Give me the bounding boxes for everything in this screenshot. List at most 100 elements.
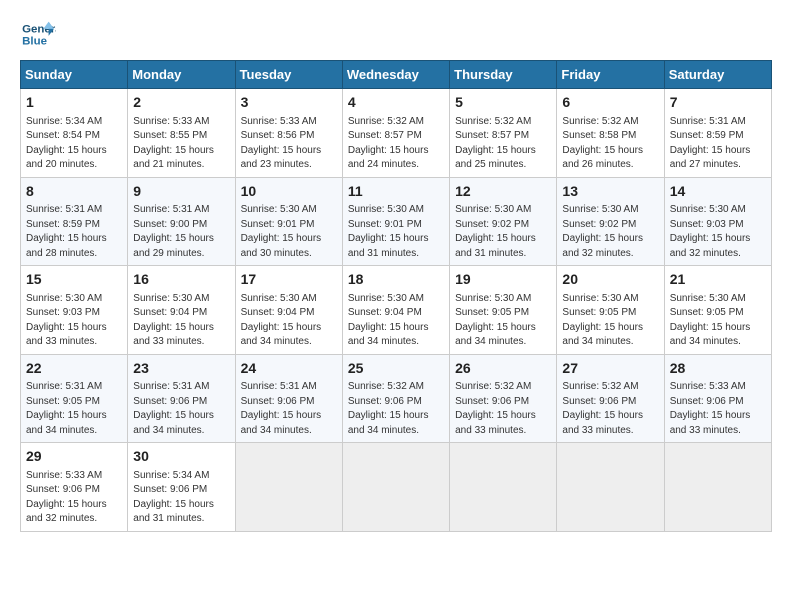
day-number: 15	[26, 270, 122, 290]
day-number: 24	[241, 359, 337, 379]
day-info: Sunrise: 5:30 AMSunset: 9:05 PMDaylight:…	[455, 292, 551, 350]
day-number: 26	[455, 359, 551, 379]
calendar-cell: 22Sunrise: 5:31 AMSunset: 9:05 PMDayligh…	[21, 354, 128, 443]
day-info: Sunrise: 5:30 AMSunset: 9:03 PMDaylight:…	[26, 292, 122, 350]
calendar-cell: 3Sunrise: 5:33 AMSunset: 8:56 PMDaylight…	[235, 89, 342, 178]
day-info: Sunrise: 5:31 AMSunset: 9:05 PMDaylight:…	[26, 380, 122, 438]
calendar-header-cell: Tuesday	[235, 61, 342, 89]
day-number: 22	[26, 359, 122, 379]
day-number: 20	[562, 270, 658, 290]
day-number: 23	[133, 359, 229, 379]
day-info: Sunrise: 5:30 AMSunset: 9:05 PMDaylight:…	[562, 292, 658, 350]
calendar-cell: 10Sunrise: 5:30 AMSunset: 9:01 PMDayligh…	[235, 177, 342, 266]
logo-icon: General Blue	[20, 20, 56, 50]
calendar-cell: 13Sunrise: 5:30 AMSunset: 9:02 PMDayligh…	[557, 177, 664, 266]
day-number: 18	[348, 270, 444, 290]
day-number: 9	[133, 182, 229, 202]
calendar-header-row: SundayMondayTuesdayWednesdayThursdayFrid…	[21, 61, 772, 89]
day-number: 11	[348, 182, 444, 202]
calendar-cell: 14Sunrise: 5:30 AMSunset: 9:03 PMDayligh…	[664, 177, 771, 266]
day-info: Sunrise: 5:32 AMSunset: 9:06 PMDaylight:…	[562, 380, 658, 438]
calendar-week-row: 29Sunrise: 5:33 AMSunset: 9:06 PMDayligh…	[21, 443, 772, 532]
calendar-cell: 25Sunrise: 5:32 AMSunset: 9:06 PMDayligh…	[342, 354, 449, 443]
svg-text:Blue: Blue	[22, 36, 47, 48]
day-info: Sunrise: 5:30 AMSunset: 9:02 PMDaylight:…	[455, 203, 551, 261]
day-number: 17	[241, 270, 337, 290]
calendar-header-cell: Thursday	[450, 61, 557, 89]
calendar-cell: 11Sunrise: 5:30 AMSunset: 9:01 PMDayligh…	[342, 177, 449, 266]
calendar-header-cell: Friday	[557, 61, 664, 89]
calendar-header-cell: Saturday	[664, 61, 771, 89]
calendar-cell: 12Sunrise: 5:30 AMSunset: 9:02 PMDayligh…	[450, 177, 557, 266]
calendar-cell: 9Sunrise: 5:31 AMSunset: 9:00 PMDaylight…	[128, 177, 235, 266]
day-number: 7	[670, 93, 766, 113]
day-number: 1	[26, 93, 122, 113]
day-info: Sunrise: 5:30 AMSunset: 9:04 PMDaylight:…	[133, 292, 229, 350]
calendar-week-row: 22Sunrise: 5:31 AMSunset: 9:05 PMDayligh…	[21, 354, 772, 443]
day-number: 6	[562, 93, 658, 113]
calendar-cell: 20Sunrise: 5:30 AMSunset: 9:05 PMDayligh…	[557, 266, 664, 355]
header: General Blue	[20, 20, 772, 50]
calendar-cell: 18Sunrise: 5:30 AMSunset: 9:04 PMDayligh…	[342, 266, 449, 355]
day-number: 28	[670, 359, 766, 379]
day-info: Sunrise: 5:31 AMSunset: 9:00 PMDaylight:…	[133, 203, 229, 261]
day-info: Sunrise: 5:32 AMSunset: 9:06 PMDaylight:…	[348, 380, 444, 438]
day-info: Sunrise: 5:32 AMSunset: 9:06 PMDaylight:…	[455, 380, 551, 438]
day-number: 5	[455, 93, 551, 113]
day-number: 27	[562, 359, 658, 379]
calendar-cell	[342, 443, 449, 532]
day-info: Sunrise: 5:30 AMSunset: 9:01 PMDaylight:…	[348, 203, 444, 261]
calendar-header-cell: Wednesday	[342, 61, 449, 89]
calendar-week-row: 1Sunrise: 5:34 AMSunset: 8:54 PMDaylight…	[21, 89, 772, 178]
day-info: Sunrise: 5:33 AMSunset: 9:06 PMDaylight:…	[26, 469, 122, 527]
day-number: 3	[241, 93, 337, 113]
day-info: Sunrise: 5:33 AMSunset: 8:56 PMDaylight:…	[241, 115, 337, 173]
day-number: 10	[241, 182, 337, 202]
day-info: Sunrise: 5:30 AMSunset: 9:01 PMDaylight:…	[241, 203, 337, 261]
calendar-week-row: 8Sunrise: 5:31 AMSunset: 8:59 PMDaylight…	[21, 177, 772, 266]
calendar-cell: 27Sunrise: 5:32 AMSunset: 9:06 PMDayligh…	[557, 354, 664, 443]
calendar-cell: 6Sunrise: 5:32 AMSunset: 8:58 PMDaylight…	[557, 89, 664, 178]
calendar-header-cell: Monday	[128, 61, 235, 89]
day-number: 4	[348, 93, 444, 113]
day-info: Sunrise: 5:31 AMSunset: 8:59 PMDaylight:…	[26, 203, 122, 261]
day-number: 16	[133, 270, 229, 290]
calendar-cell: 30Sunrise: 5:34 AMSunset: 9:06 PMDayligh…	[128, 443, 235, 532]
calendar-header-cell: Sunday	[21, 61, 128, 89]
day-info: Sunrise: 5:32 AMSunset: 8:57 PMDaylight:…	[348, 115, 444, 173]
day-number: 21	[670, 270, 766, 290]
calendar-cell	[235, 443, 342, 532]
day-info: Sunrise: 5:33 AMSunset: 9:06 PMDaylight:…	[670, 380, 766, 438]
calendar-cell: 19Sunrise: 5:30 AMSunset: 9:05 PMDayligh…	[450, 266, 557, 355]
calendar-cell: 24Sunrise: 5:31 AMSunset: 9:06 PMDayligh…	[235, 354, 342, 443]
calendar-cell: 15Sunrise: 5:30 AMSunset: 9:03 PMDayligh…	[21, 266, 128, 355]
calendar-cell: 2Sunrise: 5:33 AMSunset: 8:55 PMDaylight…	[128, 89, 235, 178]
day-info: Sunrise: 5:30 AMSunset: 9:04 PMDaylight:…	[348, 292, 444, 350]
calendar-body: 1Sunrise: 5:34 AMSunset: 8:54 PMDaylight…	[21, 89, 772, 532]
calendar-cell: 26Sunrise: 5:32 AMSunset: 9:06 PMDayligh…	[450, 354, 557, 443]
calendar-cell: 8Sunrise: 5:31 AMSunset: 8:59 PMDaylight…	[21, 177, 128, 266]
calendar-cell	[664, 443, 771, 532]
day-info: Sunrise: 5:33 AMSunset: 8:55 PMDaylight:…	[133, 115, 229, 173]
calendar-cell: 7Sunrise: 5:31 AMSunset: 8:59 PMDaylight…	[664, 89, 771, 178]
calendar-cell: 16Sunrise: 5:30 AMSunset: 9:04 PMDayligh…	[128, 266, 235, 355]
day-number: 19	[455, 270, 551, 290]
day-info: Sunrise: 5:34 AMSunset: 8:54 PMDaylight:…	[26, 115, 122, 173]
calendar-cell	[450, 443, 557, 532]
day-info: Sunrise: 5:31 AMSunset: 9:06 PMDaylight:…	[133, 380, 229, 438]
day-number: 8	[26, 182, 122, 202]
calendar-cell: 23Sunrise: 5:31 AMSunset: 9:06 PMDayligh…	[128, 354, 235, 443]
day-info: Sunrise: 5:30 AMSunset: 9:05 PMDaylight:…	[670, 292, 766, 350]
calendar-cell: 28Sunrise: 5:33 AMSunset: 9:06 PMDayligh…	[664, 354, 771, 443]
calendar: SundayMondayTuesdayWednesdayThursdayFrid…	[20, 60, 772, 532]
day-number: 29	[26, 447, 122, 467]
day-info: Sunrise: 5:31 AMSunset: 9:06 PMDaylight:…	[241, 380, 337, 438]
calendar-week-row: 15Sunrise: 5:30 AMSunset: 9:03 PMDayligh…	[21, 266, 772, 355]
calendar-cell	[557, 443, 664, 532]
day-info: Sunrise: 5:31 AMSunset: 8:59 PMDaylight:…	[670, 115, 766, 173]
day-info: Sunrise: 5:30 AMSunset: 9:03 PMDaylight:…	[670, 203, 766, 261]
day-info: Sunrise: 5:32 AMSunset: 8:57 PMDaylight:…	[455, 115, 551, 173]
day-info: Sunrise: 5:34 AMSunset: 9:06 PMDaylight:…	[133, 469, 229, 527]
logo: General Blue	[20, 20, 56, 50]
day-number: 12	[455, 182, 551, 202]
